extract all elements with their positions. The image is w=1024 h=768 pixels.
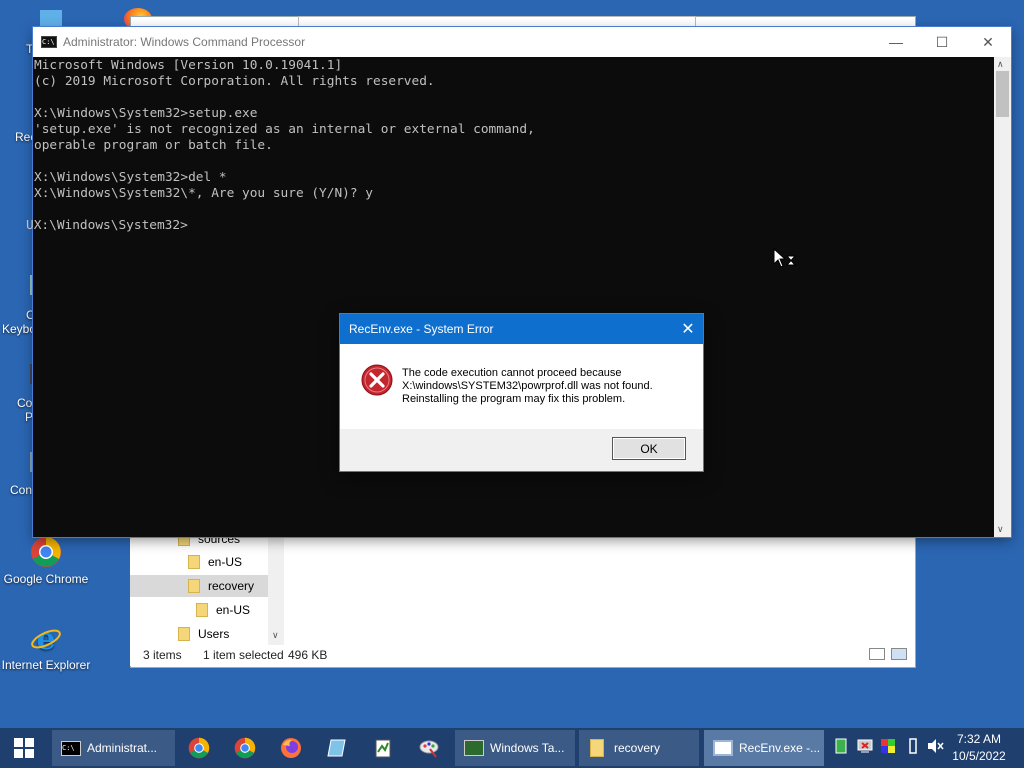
app-window-icon bbox=[713, 740, 733, 756]
console-line: operable program or batch file. bbox=[34, 138, 273, 153]
edit-icon[interactable] bbox=[369, 734, 397, 762]
volume-muted-icon[interactable] bbox=[927, 738, 944, 754]
desktop-partial-label: P bbox=[25, 410, 34, 424]
chevron-down-icon[interactable]: ∨ bbox=[272, 630, 279, 641]
desktop-icon-label: Google Chrome bbox=[3, 572, 89, 586]
tree-item-label: en-US bbox=[208, 555, 243, 569]
console-line: X:\Windows\System32>setup.exe bbox=[34, 106, 258, 121]
tree-item-en-us[interactable]: en-US bbox=[188, 551, 268, 573]
status-selected-count: 1 item selected bbox=[203, 648, 284, 662]
chrome-icon[interactable] bbox=[231, 734, 259, 762]
start-button[interactable] bbox=[0, 728, 48, 768]
scrollbar-thumb[interactable] bbox=[996, 71, 1009, 117]
large-icons-view-icon[interactable] bbox=[891, 648, 907, 660]
ok-button[interactable]: OK bbox=[612, 437, 686, 460]
notepad-icon[interactable] bbox=[323, 734, 351, 762]
folder-icon bbox=[590, 739, 604, 757]
minimize-button[interactable]: — bbox=[873, 27, 919, 57]
dialog-close-button[interactable]: ✕ bbox=[673, 314, 703, 344]
ie-icon: e bbox=[30, 622, 62, 657]
tree-item-recovery[interactable]: recovery bbox=[130, 575, 268, 597]
console-prompt-line: UX:\Windows\System32> bbox=[26, 218, 188, 233]
cmd-window-title: Administrator: Windows Command Processor bbox=[63, 35, 306, 49]
tree-item-users[interactable]: Users bbox=[178, 623, 268, 645]
desktop-partial-label: Keybo bbox=[2, 322, 37, 336]
firefox-icon[interactable] bbox=[277, 734, 305, 762]
taskbar-item-label: RecEnv.exe -... bbox=[739, 741, 821, 755]
desktop-icon-partial[interactable] bbox=[40, 10, 62, 28]
taskbar-item-label: Windows Ta... bbox=[490, 741, 565, 755]
taskbar-item-cmd[interactable]: C:\ Administrat... bbox=[52, 730, 175, 766]
folder-icon bbox=[188, 579, 200, 593]
dialog-message-line: The code execution cannot proceed becaus… bbox=[402, 367, 622, 379]
explorer-status-bar: 3 items 1 item selected 496 KB bbox=[130, 645, 914, 666]
chrome-icon[interactable] bbox=[185, 734, 213, 762]
tree-item-label: Users bbox=[198, 627, 230, 641]
desktop-icon-ie[interactable]: e Internet Explorer bbox=[0, 622, 92, 672]
tree-item-en-us-sub[interactable]: en-US bbox=[196, 599, 268, 621]
tree-item-label: en-US bbox=[216, 603, 251, 617]
cmd-icon: C:\ bbox=[41, 36, 57, 48]
folder-icon bbox=[188, 555, 200, 569]
details-view-icon[interactable] bbox=[869, 648, 885, 660]
clock-time: 7:32 AM bbox=[956, 732, 1002, 746]
taskbar-item-label: recovery bbox=[614, 741, 661, 755]
dialog-title-bar[interactable]: RecEnv.exe - System Error ✕ bbox=[340, 314, 703, 344]
error-icon bbox=[361, 364, 393, 396]
dialog-title: RecEnv.exe - System Error bbox=[349, 322, 494, 336]
taskbar-item-recovery[interactable]: recovery bbox=[579, 730, 699, 766]
desktop-icon-label: Internet Explorer bbox=[1, 658, 91, 672]
network-icon[interactable] bbox=[857, 738, 873, 754]
busy-cursor-icon bbox=[773, 247, 797, 270]
console-line: X:\Windows\System32>del * bbox=[34, 170, 227, 185]
dialog-message-line: X:\windows\SYSTEM32\powrprof.dll was not… bbox=[402, 380, 653, 392]
tree-scrollbar[interactable]: ∨ bbox=[268, 530, 284, 645]
cmd-title-bar[interactable]: C:\ Administrator: Windows Command Proce… bbox=[33, 27, 1011, 57]
status-item-count: 3 items bbox=[143, 648, 182, 662]
console-line: (c) 2019 Microsoft Corporation. All righ… bbox=[34, 74, 435, 89]
windows-logo-icon bbox=[14, 738, 34, 758]
dialog-message: The code execution cannot proceed becaus… bbox=[402, 367, 692, 406]
console-line: Microsoft Windows [Version 10.0.19041.1] bbox=[34, 58, 343, 73]
scroll-up-icon[interactable]: ∧ bbox=[997, 59, 1004, 70]
dialog-content: The code execution cannot proceed becaus… bbox=[340, 344, 703, 429]
folder-icon bbox=[178, 627, 190, 641]
task-manager-icon bbox=[464, 740, 484, 756]
taskbar-item-task-manager[interactable]: Windows Ta... bbox=[455, 730, 575, 766]
usb-device-icon[interactable] bbox=[905, 738, 921, 754]
close-button[interactable]: ✕ bbox=[965, 27, 1011, 57]
desktop-partial-label: Cont bbox=[10, 483, 36, 497]
desktop-icon-chrome[interactable]: Google Chrome bbox=[0, 536, 92, 586]
desktop-partial-label: Co bbox=[17, 396, 33, 410]
display-color-icon[interactable] bbox=[880, 738, 896, 754]
console-line: X:\Windows\System32\*, Are you sure (Y/N… bbox=[34, 186, 373, 201]
folder-icon bbox=[196, 603, 208, 617]
clock-date: 10/5/2022 bbox=[952, 749, 1006, 763]
taskbar-item-recenv[interactable]: RecEnv.exe -... bbox=[704, 730, 824, 766]
taskbar: C:\ Administrat... Windows Ta... recover… bbox=[0, 728, 1024, 768]
console-line: 'setup.exe' is not recognized as an inte… bbox=[34, 122, 535, 137]
maximize-button[interactable]: ☐ bbox=[919, 27, 965, 57]
taskbar-item-label: Administrat... bbox=[87, 741, 158, 755]
cmd-icon: C:\ bbox=[61, 740, 81, 756]
system-clock[interactable]: 7:32 AM 10/5/2022 bbox=[946, 731, 1012, 765]
svg-text:e: e bbox=[36, 622, 55, 654]
battery-status-icon[interactable] bbox=[834, 738, 850, 754]
system-error-dialog[interactable]: RecEnv.exe - System Error ✕ The code exe… bbox=[339, 313, 704, 472]
dialog-message-line: Reinstalling the program may fix this pr… bbox=[402, 393, 626, 405]
status-selected-size: 496 KB bbox=[288, 648, 328, 662]
chrome-icon bbox=[30, 536, 62, 568]
tree-item-label: recovery bbox=[208, 579, 255, 593]
scroll-down-icon[interactable]: ∨ bbox=[997, 524, 1004, 535]
cmd-vertical-scrollbar[interactable]: ∧ ∨ bbox=[994, 57, 1011, 537]
paint-icon[interactable] bbox=[415, 734, 443, 762]
